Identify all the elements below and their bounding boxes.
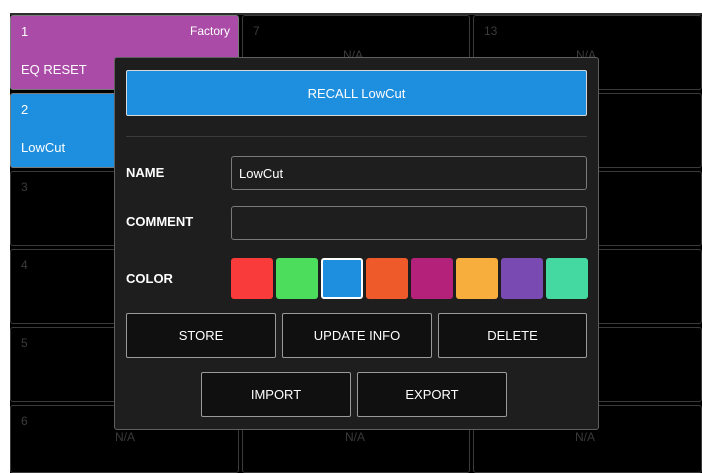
slot-number: 4 xyxy=(21,258,28,272)
slot-name: EQ RESET xyxy=(21,62,87,77)
slot-empty-label: N/A xyxy=(115,430,136,444)
import-button[interactable]: IMPORT xyxy=(201,372,351,417)
name-label: NAME xyxy=(126,165,165,180)
color-swatch-6[interactable] xyxy=(456,258,498,299)
slot-source: Factory xyxy=(189,24,230,38)
slot-number: 2 xyxy=(21,102,29,117)
comment-label: COMMENT xyxy=(126,214,194,229)
divider xyxy=(126,136,587,137)
export-button[interactable]: EXPORT xyxy=(357,372,507,417)
store-button[interactable]: STORE xyxy=(126,313,276,358)
name-field[interactable]: LowCut xyxy=(231,156,587,190)
slot-number: 13 xyxy=(484,24,498,38)
color-swatch-5[interactable] xyxy=(411,258,453,299)
slot-number: 5 xyxy=(21,336,28,350)
slot-number: 6 xyxy=(21,414,28,428)
recall-button[interactable]: RECALL LowCut xyxy=(126,70,587,116)
slot-empty-label: N/A xyxy=(575,430,596,444)
slot-number: 1 xyxy=(21,24,29,39)
delete-button[interactable]: DELETE xyxy=(438,313,587,358)
preset-dialog: RECALL LowCut NAME LowCut COMMENT COLOR … xyxy=(114,57,599,430)
color-swatch-1[interactable] xyxy=(231,258,273,299)
slot-number: 7 xyxy=(253,24,260,38)
color-swatch-3[interactable] xyxy=(321,258,363,299)
color-swatch-2[interactable] xyxy=(276,258,318,299)
color-swatch-7[interactable] xyxy=(501,258,543,299)
color-swatch-8[interactable] xyxy=(546,258,588,299)
slot-number: 3 xyxy=(21,180,28,194)
update-info-button[interactable]: UPDATE INFO xyxy=(282,313,432,358)
slot-empty-label: N/A xyxy=(345,430,366,444)
color-label: COLOR xyxy=(126,271,173,286)
color-swatch-4[interactable] xyxy=(366,258,408,299)
comment-field[interactable] xyxy=(231,206,587,240)
slot-name: LowCut xyxy=(21,140,66,155)
